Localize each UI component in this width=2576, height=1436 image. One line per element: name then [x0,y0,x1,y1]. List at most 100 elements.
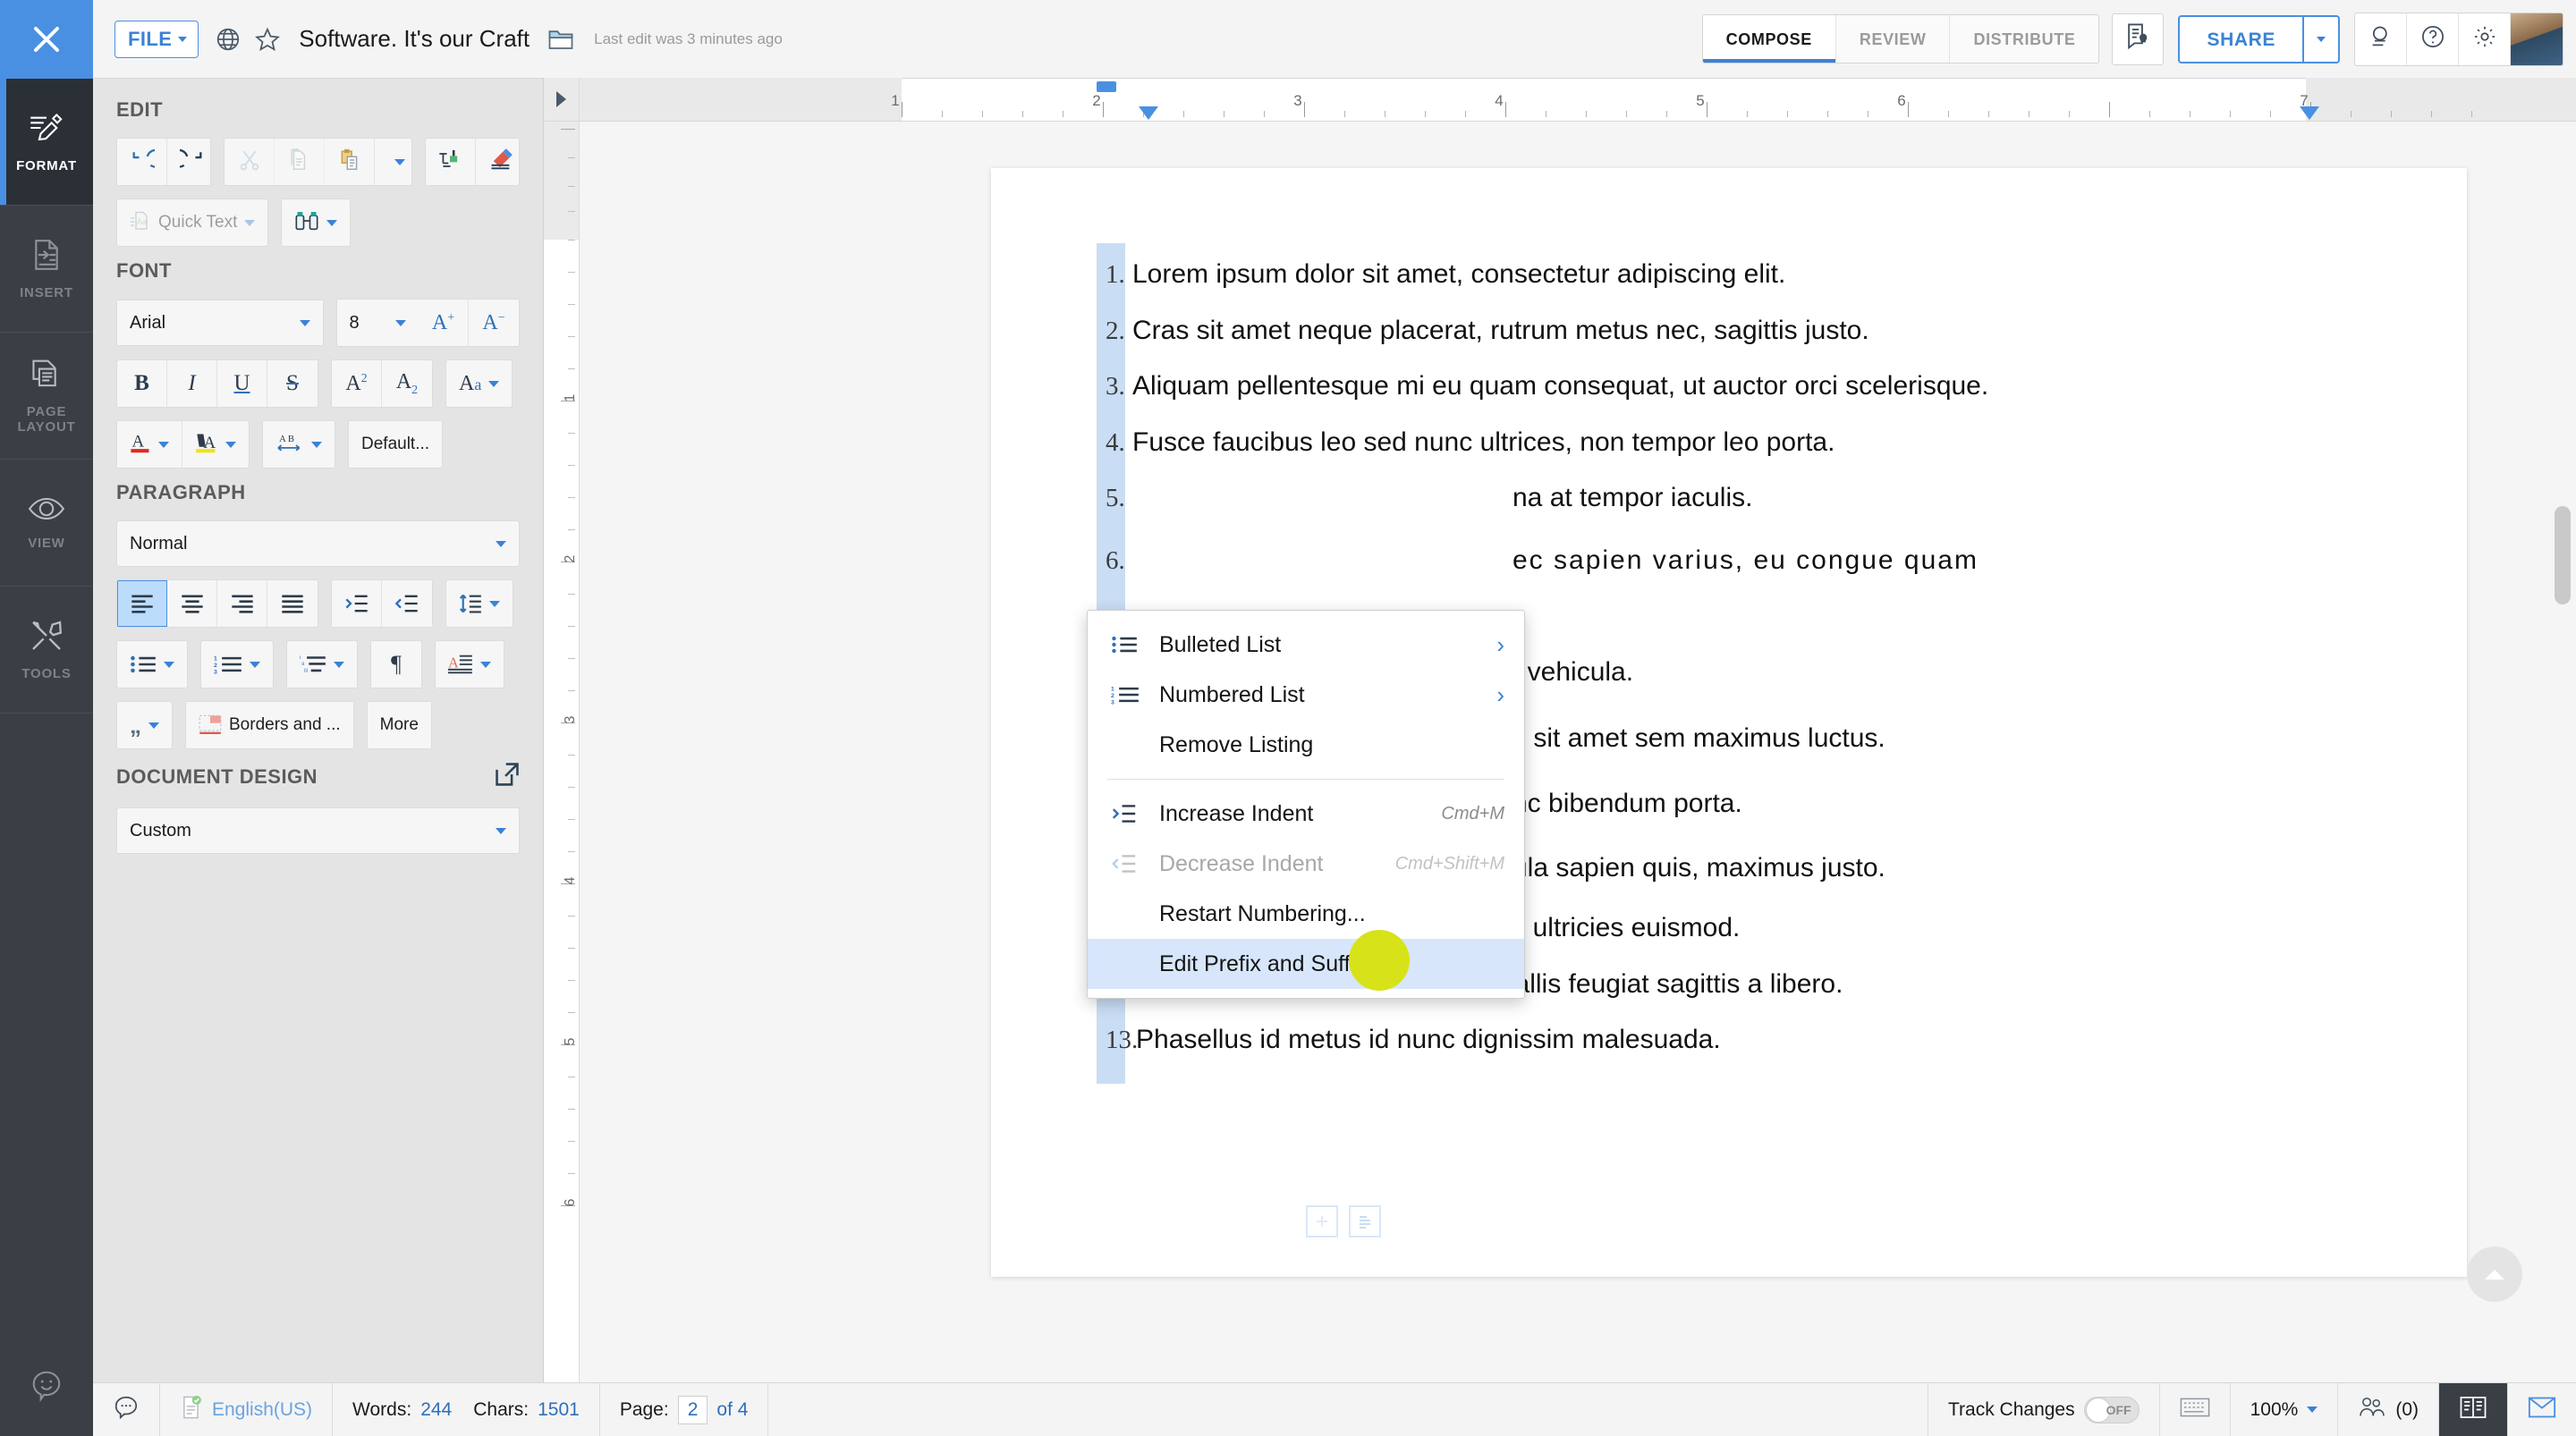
paste-button[interactable] [325,139,376,185]
language-button[interactable]: English(US) [160,1383,334,1436]
reading-mode-button[interactable] [2439,1383,2508,1436]
list-item[interactable]: 3. Aliquam pellentesque mi eu quam conse… [1106,369,2576,403]
track-changes-control[interactable]: Track Changes OFF [1927,1383,2160,1436]
vertical-ruler[interactable]: 1 2 3 4 5 6 [544,122,580,1382]
ruler-track[interactable]: 1 2 3 4 5 6 7 [580,78,2576,121]
folder-icon[interactable] [547,27,574,52]
sidebar-item-insert[interactable]: INSERT [0,206,93,333]
superscript-button[interactable]: A2 [332,360,382,407]
decrease-font-size-button[interactable]: A− [469,300,519,346]
copy-button[interactable] [275,139,326,185]
scroll-to-top-button[interactable] [2467,1246,2522,1302]
underline-button[interactable]: U [217,360,267,407]
avatar[interactable] [2511,13,2563,65]
keyboard-shortcuts-button[interactable] [2160,1383,2231,1436]
star-icon[interactable] [254,26,281,53]
page-navigator[interactable]: Page: 2 of 4 [600,1383,769,1436]
quote-button[interactable]: „ [117,702,172,748]
page-input[interactable]: 2 [677,1395,708,1424]
menu-item-increase-indent[interactable]: Increase Indent Cmd+M [1088,789,1524,839]
menu-item-edit-prefix-and-suffix[interactable]: Edit Prefix and Suffix... [1088,939,1524,989]
collaborators-button[interactable]: (0) [2338,1383,2439,1436]
sidebar-item-tools[interactable]: TOOLS [0,587,93,714]
sidebar-item-format[interactable]: FORMAT [0,79,93,206]
show-formatting-button[interactable]: ¶ [371,641,421,688]
chevron-down-icon [158,441,169,448]
close-button[interactable] [0,0,93,79]
track-changes-toggle[interactable]: OFF [2083,1396,2140,1423]
share-dropdown-button[interactable] [2302,16,2338,62]
menu-item-numbered-list[interactable]: 1 2 3 Numbered List › [1088,670,1524,720]
feedback-button[interactable] [0,1338,93,1436]
quick-text-button[interactable]: Aa Quick Text [117,199,268,246]
list-item[interactable]: 5. na at tempor iaculis. [1106,481,2576,515]
align-right-button[interactable] [217,580,267,627]
ruler-corner-toggle[interactable] [544,78,580,121]
tab-compose[interactable]: COMPOSE [1702,15,1836,63]
borders-button[interactable]: Borders and ... [186,702,353,748]
paragraph-style-select[interactable]: Normal [116,520,520,567]
menu-item-remove-listing[interactable]: Remove Listing [1088,720,1524,770]
strikethrough-button[interactable]: S [267,360,318,407]
settings-button[interactable] [2459,13,2511,65]
paragraph-format-button[interactable]: A [436,641,504,688]
default-styles-button[interactable]: Default... [349,421,443,468]
left-indent-marker[interactable] [1139,106,1158,120]
list-item[interactable]: 4. Fusce faucibus leo sed nunc ultrices,… [1106,426,2576,460]
right-indent-marker[interactable] [2300,106,2319,120]
increase-font-size-button[interactable]: A+ [419,300,469,346]
add-block-icon[interactable] [1306,1205,1338,1237]
decrease-indent-button[interactable] [382,580,432,627]
horizontal-ruler[interactable]: 1 2 3 4 5 6 7 [544,78,2576,122]
undo-button[interactable] [117,139,167,185]
file-menu-button[interactable]: FILE [114,20,199,58]
menu-item-bulleted-list[interactable]: Bulleted List › [1088,620,1524,670]
multilevel-list-button[interactable]: i ii iii [287,641,357,688]
align-left-button[interactable] [117,580,167,627]
mail-button[interactable] [2508,1383,2576,1436]
search-button[interactable] [2355,13,2407,65]
external-link-icon[interactable] [495,762,520,791]
list-item[interactable]: 13. Phasellus id metus id nunc dignissim… [1106,1023,2576,1057]
italic-button[interactable]: I [167,360,217,407]
cut-button[interactable] [225,139,275,185]
tab-review[interactable]: REVIEW [1835,15,1951,63]
format-painter-button[interactable] [425,139,476,185]
sidebar-item-view[interactable]: VIEW [0,460,93,587]
font-family-select[interactable]: Arial [116,300,324,346]
highlight-button[interactable]: A [182,421,249,468]
list-item[interactable]: 6. ec sapien varius, eu congue quam [1106,544,2576,578]
text-color-button[interactable]: A [117,421,182,468]
more-button[interactable]: More [367,702,431,748]
list-item[interactable]: 1. Lorem ipsum dolor sit amet, consectet… [1106,258,2576,291]
comments-button[interactable] [93,1383,160,1436]
subscript-button[interactable]: A2 [382,360,432,407]
globe-icon[interactable] [215,26,242,53]
redo-button[interactable] [167,139,211,185]
clear-formatting-button[interactable] [475,139,519,185]
sidebar-item-page-layout[interactable]: PAGE LAYOUT [0,333,93,460]
document-design-select[interactable]: Custom [116,807,520,854]
increase-indent-button[interactable] [332,580,382,627]
notifications-button[interactable] [2112,13,2165,65]
share-button[interactable]: SHARE [2180,17,2302,62]
bold-button[interactable]: B [117,360,167,407]
bulleted-list-button[interactable] [117,641,187,688]
menu-item-restart-numbering[interactable]: Restart Numbering... [1088,889,1524,939]
char-spacing-button[interactable]: A B [263,421,335,468]
menu-item-decrease-indent[interactable]: Decrease Indent Cmd+Shift+M [1088,839,1524,889]
zoom-control[interactable]: 100% [2231,1383,2339,1436]
help-button[interactable] [2407,13,2459,65]
align-justify-button[interactable] [267,580,318,627]
first-line-indent-marker[interactable] [1097,81,1116,92]
line-spacing-button[interactable] [446,580,513,627]
block-options-icon[interactable] [1349,1205,1381,1237]
list-item[interactable]: 2. Cras sit amet neque placerat, rutrum … [1106,314,2576,348]
align-center-button[interactable] [167,580,217,627]
tab-distribute[interactable]: DISTRIBUTE [1950,15,2099,63]
find-button[interactable] [282,199,351,246]
change-case-button[interactable]: Aa [446,360,513,407]
paste-options-button[interactable] [375,139,411,185]
numbered-list-button[interactable]: 1 2 3 [201,641,273,688]
font-size-select[interactable]: 8 [336,300,419,346]
